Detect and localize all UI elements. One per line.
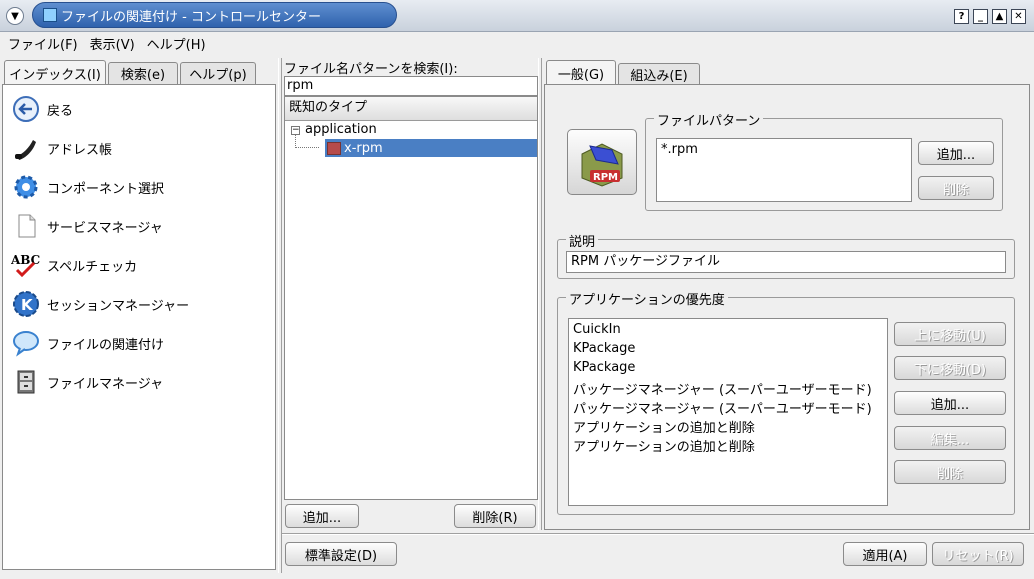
kde-session-icon: K [11,289,41,319]
title-bar: ▼ ファイルの関連付け - コントロールセンター ? _ ▲ ✕ [0,0,1034,32]
move-down-button[interactable]: 下に移動(D) [894,356,1006,380]
window-controls: ? _ ▲ ✕ [954,9,1026,24]
list-item[interactable]: *.rpm [661,142,698,157]
sidebar-item-file-manager[interactable]: ファイルマネージャ [11,366,163,398]
tab-index[interactable]: インデックス(I) [4,60,106,85]
close-button[interactable]: ✕ [1011,9,1026,24]
chevron-down-icon: ▼ [11,10,19,22]
back-arrow-icon [11,94,41,124]
description-group: 説明 RPM パッケージファイル [557,231,1015,279]
file-pattern-label: ファイルパターン [654,110,764,129]
window-title-pill[interactable]: ファイルの関連付け - コントロールセンター [32,2,397,28]
mime-icon-button[interactable]: RPM [567,129,637,195]
file-cabinet-icon [11,367,41,397]
app-icon [43,8,57,22]
tree-collapse-toggle[interactable]: − [291,126,300,135]
bottom-divider [282,533,1034,535]
window-title: ファイルの関連付け - コントロールセンター [61,9,321,25]
tree-node-x-rpm[interactable]: x-rpm [325,139,537,157]
sidebar-item-label: サービスマネージャ [47,220,163,236]
chat-bubble-icon [11,328,41,358]
maximize-button[interactable]: ▲ [992,9,1007,24]
list-item[interactable]: KPackage [573,360,635,375]
menu-help[interactable]: ヘルプ(H) [147,34,206,53]
reset-button[interactable]: リセット(R) [932,542,1024,566]
rpm-icon-text: RPM [593,172,618,183]
edit-application-button[interactable]: 編集... [894,426,1006,450]
general-tab-panel: RPM ファイルパターン *.rpm 追加... 削除 説明 RPM パッケージ… [544,84,1030,530]
sidebar-item-label: 戻る [47,103,74,119]
description-label: 説明 [566,231,599,250]
svg-text:ABC: ABC [11,253,40,267]
help-button[interactable]: ? [954,9,969,24]
list-item[interactable]: パッケージマネージャー (スーパーユーザーモード) [573,379,872,398]
tree-header[interactable]: 既知のタイプ [285,97,537,121]
sidebar-item-components[interactable]: コンポーネント選択 [11,171,164,203]
menu-file[interactable]: ファイル(F) [8,34,78,53]
phone-icon [11,133,41,163]
app-priority-list[interactable]: CuickIn KPackage KPackage パッケージマネージャー (ス… [568,318,888,506]
sidebar-item-file-associations[interactable]: ファイルの関連付け [11,327,164,359]
defaults-button[interactable]: 標準設定(D) [285,542,397,566]
search-label: ファイル名パターンを検索(I): [284,62,458,77]
sidebar-item-label: セッションマネージャー [47,298,190,314]
tab-search[interactable]: 検索(e) [108,62,178,84]
tab-general[interactable]: 一般(G) [546,60,616,85]
sidebar-item-back[interactable]: 戻る [11,93,73,125]
app-priority-label: アプリケーションの優先度 [566,289,728,308]
mime-type-tree: 既知のタイプ − application x-rpm [284,96,538,500]
list-item[interactable]: パッケージマネージャー (スーパーユーザーモード) [573,398,872,417]
tree-connector [295,135,319,148]
document-icon [11,211,41,241]
remove-pattern-button[interactable]: 削除 [918,176,994,200]
menu-bar: ファイル(F) 表示(V) ヘルプ(H) [0,32,1034,54]
svg-text:K: K [21,296,34,314]
sidebar-item-spellcheck[interactable]: ABC スペルチェッカ [11,249,137,281]
search-input[interactable]: rpm [284,76,538,96]
tab-embedding[interactable]: 組込み(E) [618,63,700,85]
sidebar-item-session-manager[interactable]: K セッションマネージャー [11,288,189,320]
file-pattern-group: ファイルパターン *.rpm 追加... 削除 [645,110,1003,211]
sidebar-item-label: コンポーネント選択 [47,181,165,197]
sidebar-panel: 戻る アドレス帳 コンポーネント選択 サービスマネージャ ABC スペルチェッカ… [2,84,276,570]
description-field[interactable]: RPM パッケージファイル [566,251,1006,273]
menu-view[interactable]: 表示(V) [90,34,135,53]
sidebar-item-label: アドレス帳 [47,142,113,158]
list-item[interactable]: アプリケーションの追加と削除 [573,417,755,436]
list-item[interactable]: CuickIn [573,322,621,337]
add-application-button[interactable]: 追加... [894,391,1006,415]
rpm-package-icon: RPM [581,143,623,187]
sidebar-item-address-book[interactable]: アドレス帳 [11,132,112,164]
add-pattern-button[interactable]: 追加... [918,141,994,165]
remove-application-button[interactable]: 削除 [894,460,1006,484]
add-type-button[interactable]: 追加... [285,504,359,528]
list-item[interactable]: アプリケーションの追加と削除 [573,436,755,455]
window-menu-button[interactable]: ▼ [6,7,24,25]
spellcheck-icon: ABC [11,250,41,280]
move-up-button[interactable]: 上に移動(U) [894,322,1006,346]
tab-help[interactable]: ヘルプ(p) [180,62,256,84]
gear-icon [11,172,41,202]
minimize-button[interactable]: _ [973,9,988,24]
tree-node-label: x-rpm [344,140,383,156]
remove-type-button[interactable]: 削除(R) [454,504,536,528]
file-pattern-list[interactable]: *.rpm [656,138,912,202]
apply-button[interactable]: 適用(A) [843,542,927,566]
sidebar-item-label: スペルチェッカ [47,259,138,275]
list-item[interactable]: KPackage [573,341,635,356]
sidebar-item-service-manager[interactable]: サービスマネージャ [11,210,163,242]
sidebar-item-label: ファイルマネージャ [47,376,164,392]
splitter-middle[interactable] [538,58,542,530]
sidebar-item-label: ファイルの関連付け [47,337,165,353]
rpm-package-icon [327,141,341,155]
app-priority-group: アプリケーションの優先度 CuickIn KPackage KPackage パ… [557,289,1015,515]
splitter-left[interactable] [278,58,282,573]
